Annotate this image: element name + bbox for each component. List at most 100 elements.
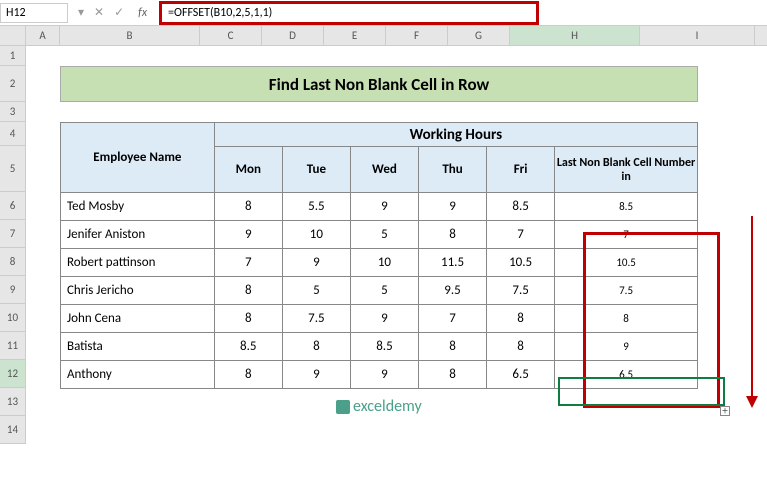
row-header-11[interactable]: 11 (0, 332, 25, 360)
table-row: John Cena87.59788 (61, 305, 698, 333)
value-cell[interactable]: 5.5 (282, 193, 350, 221)
value-cell[interactable]: 7.5 (282, 305, 350, 333)
value-cell[interactable]: 8 (282, 333, 350, 361)
header-fri: Fri (487, 147, 555, 193)
value-cell[interactable]: 8.5 (350, 333, 418, 361)
table-row: Anthony89986.56.5 (61, 361, 698, 389)
last-nonblank-cell[interactable]: 10.5 (555, 249, 698, 277)
col-header-G[interactable]: G (448, 26, 510, 45)
last-nonblank-cell[interactable]: 6.5 (555, 361, 698, 389)
row-header-7[interactable]: 7 (0, 220, 25, 248)
row-header-14[interactable]: 14 (0, 416, 25, 444)
row-header-2[interactable]: 2 (0, 66, 25, 102)
value-cell[interactable]: 5 (350, 221, 418, 249)
value-cell[interactable]: 7 (418, 305, 486, 333)
formula-bar-icons: ▾ ✕ ✓ fx (72, 5, 157, 20)
row-header-4[interactable]: 4 (0, 122, 25, 146)
row-header-9[interactable]: 9 (0, 276, 25, 304)
dropdown-icon[interactable]: ▾ (78, 5, 84, 20)
accept-icon[interactable]: ✓ (114, 5, 124, 20)
value-cell[interactable]: 9 (350, 193, 418, 221)
col-header-C[interactable]: C (200, 26, 262, 45)
row-header-1[interactable]: 1 (0, 46, 25, 66)
row-header-3[interactable]: 3 (0, 102, 25, 122)
value-cell[interactable]: 9.5 (418, 277, 486, 305)
last-nonblank-cell[interactable]: 9 (555, 333, 698, 361)
row-header-10[interactable]: 10 (0, 304, 25, 332)
value-cell[interactable]: 8 (214, 193, 282, 221)
row-header-8[interactable]: 8 (0, 248, 25, 276)
value-cell[interactable]: 7 (214, 249, 282, 277)
value-cell[interactable]: 10 (282, 221, 350, 249)
employee-cell[interactable]: Jenifer Aniston (61, 221, 215, 249)
col-header-F[interactable]: F (386, 26, 448, 45)
row-header-5[interactable]: 5 (0, 146, 25, 192)
header-thu: Thu (418, 147, 486, 193)
value-cell[interactable]: 8 (214, 361, 282, 389)
col-header-I[interactable]: I (640, 26, 755, 45)
row-header-13[interactable]: 13 (0, 388, 25, 416)
employee-cell[interactable]: Robert pattinson (61, 249, 215, 277)
autofill-options-icon[interactable]: ＋ (720, 406, 730, 416)
header-mon: Mon (214, 147, 282, 193)
value-cell[interactable]: 7.5 (487, 277, 555, 305)
last-nonblank-cell[interactable]: 8.5 (555, 193, 698, 221)
value-cell[interactable]: 9 (418, 193, 486, 221)
watermark: exceldemy (336, 397, 422, 416)
value-cell[interactable]: 8 (487, 333, 555, 361)
value-cell[interactable]: 9 (350, 305, 418, 333)
header-last-nonblank: Last Non Blank Cell Number in (555, 147, 698, 193)
value-cell[interactable]: 10.5 (487, 249, 555, 277)
table-row: Robert pattinson791011.510.510.5 (61, 249, 698, 277)
value-cell[interactable]: 9 (350, 361, 418, 389)
header-wed: Wed (350, 147, 418, 193)
header-employee: Employee Name (61, 123, 215, 193)
row-headers: 1 2 3 4 5 6 7 8 9 10 11 12 13 14 (0, 46, 26, 444)
value-cell[interactable]: 10 (350, 249, 418, 277)
select-all-corner[interactable] (0, 26, 26, 45)
table-row: Jenifer Aniston9105877 (61, 221, 698, 249)
row-header-6[interactable]: 6 (0, 192, 25, 220)
value-cell[interactable]: 8 (418, 361, 486, 389)
value-cell[interactable]: 9 (282, 249, 350, 277)
last-nonblank-cell[interactable]: 7.5 (555, 277, 698, 305)
value-cell[interactable]: 11.5 (418, 249, 486, 277)
value-cell[interactable]: 6.5 (487, 361, 555, 389)
employee-cell[interactable]: Ted Mosby (61, 193, 215, 221)
col-header-A[interactable]: A (26, 26, 60, 45)
col-header-E[interactable]: E (324, 26, 386, 45)
employee-cell[interactable]: Chris Jericho (61, 277, 215, 305)
watermark-icon (336, 400, 350, 414)
col-header-H[interactable]: H (510, 26, 640, 45)
fx-icon[interactable]: fx (134, 6, 151, 20)
spreadsheet-grid[interactable]: Find Last Non Blank Cell in Row Employee… (26, 46, 767, 444)
value-cell[interactable]: 8 (214, 305, 282, 333)
value-cell[interactable]: 8 (487, 305, 555, 333)
table-row: Ted Mosby85.5998.58.5 (61, 193, 698, 221)
value-cell[interactable]: 8 (418, 221, 486, 249)
value-cell[interactable]: 8.5 (214, 333, 282, 361)
value-cell[interactable]: 8 (418, 333, 486, 361)
col-header-D[interactable]: D (262, 26, 324, 45)
value-cell[interactable]: 9 (282, 361, 350, 389)
page-title: Find Last Non Blank Cell in Row (60, 66, 698, 102)
data-table: Employee Name Working Hours Mon Tue Wed … (60, 122, 698, 389)
value-cell[interactable]: 5 (282, 277, 350, 305)
value-cell[interactable]: 8 (214, 277, 282, 305)
header-working-hours: Working Hours (214, 123, 697, 147)
employee-cell[interactable]: Anthony (61, 361, 215, 389)
cancel-icon[interactable]: ✕ (94, 5, 104, 20)
employee-cell[interactable]: John Cena (61, 305, 215, 333)
last-nonblank-cell[interactable]: 7 (555, 221, 698, 249)
formula-input[interactable]: =OFFSET(B10,2,5,1,1) (168, 6, 272, 20)
value-cell[interactable]: 5 (350, 277, 418, 305)
row-header-12[interactable]: 12 (0, 360, 25, 388)
name-box[interactable]: H12 (0, 3, 68, 23)
col-header-B[interactable]: B (60, 26, 200, 45)
value-cell[interactable]: 7 (487, 221, 555, 249)
last-nonblank-cell[interactable]: 8 (555, 305, 698, 333)
employee-cell[interactable]: Batista (61, 333, 215, 361)
value-cell[interactable]: 8.5 (487, 193, 555, 221)
formula-input-highlight: =OFFSET(B10,2,5,1,1) (159, 1, 539, 25)
value-cell[interactable]: 9 (214, 221, 282, 249)
